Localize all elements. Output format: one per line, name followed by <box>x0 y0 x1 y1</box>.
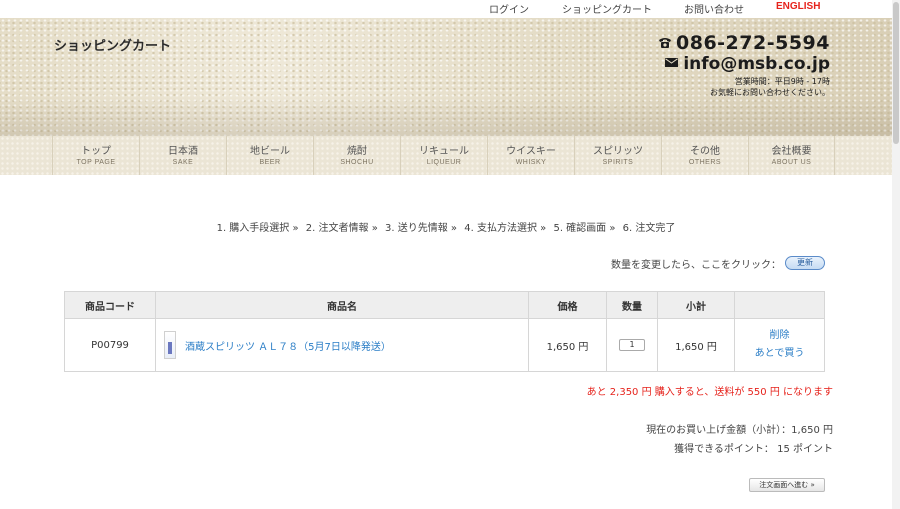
shipping-notice: あと 2,350 円 購入すると、送料が 550 円 になります <box>586 387 833 398</box>
step-1: 1. 購入手段選択 » <box>216 223 299 234</box>
scrollbar-thumb[interactable] <box>893 2 899 144</box>
step-6: 6. 注文完了 <box>622 223 676 234</box>
checkout-steps: 1. 購入手段選択 » 2. 注文者情報 » 3. 送り先情報 » 4. 支払方… <box>0 219 892 234</box>
cart-table: 商品コード 商品名 価格 数量 小計 P00799 酒蔵スピリッツ ＡＬ７８（5… <box>64 291 825 372</box>
nav-item-spirits[interactable]: スピリッツ SPIRITS <box>574 136 661 175</box>
login-link[interactable]: ログイン <box>489 1 529 16</box>
save-for-later-link[interactable]: あとで買う <box>735 345 824 363</box>
product-thumbnail[interactable] <box>164 331 176 359</box>
email-text[interactable]: info@msb.co.jp <box>683 54 830 74</box>
product-code: P00799 <box>64 318 156 372</box>
actions-cell: 削除 あとで買う <box>734 318 825 372</box>
quantity-input[interactable]: 1 <box>619 339 645 351</box>
business-hours: 営業時間：平日9時 - 17時 お気軽にお問い合わせください。 <box>710 77 830 97</box>
nav-item-top[interactable]: トップ TOP PAGE <box>52 136 139 175</box>
product-cell: 酒蔵スピリッツ ＡＬ７８（5月7日以降発送） <box>155 318 529 372</box>
nav-item-others[interactable]: その他 OTHERS <box>661 136 748 175</box>
phone-number: 086-272-5594 <box>658 32 830 54</box>
nav-item-shochu[interactable]: 焼酎 SHOCHU <box>313 136 400 175</box>
global-nav: トップ TOP PAGE 日本酒 SAKE 地ビール BEER 焼酎 SHOCHU リキ… <box>0 136 892 175</box>
step-3: 3. 送り先情報 » <box>385 223 458 234</box>
email-address: info@msb.co.jp <box>658 54 830 74</box>
header-quantity: 数量 <box>606 291 658 319</box>
update-button[interactable]: 更新 <box>785 256 825 270</box>
table-header-row: 商品コード 商品名 価格 数量 小計 <box>64 291 825 319</box>
quantity-cell: 1 <box>606 318 658 372</box>
nav-item-about[interactable]: 会社概要 ABOUT US <box>748 136 835 175</box>
subtotal-amount: 現在のお買い上げ金額（小計）：1,650 円 <box>646 425 833 436</box>
phone-icon <box>659 38 672 48</box>
contact-link[interactable]: お問い合わせ <box>684 1 744 16</box>
product-name-link[interactable]: 酒蔵スピリッツ ＡＬ７８（5月7日以降発送） <box>185 338 391 353</box>
nav-items: トップ TOP PAGE 日本酒 SAKE 地ビール BEER 焼酎 SHOCHU リキ… <box>52 136 835 175</box>
header-banner: ショッピングカート 086-272-5594 info@msb.co.jp 営業… <box>0 18 892 136</box>
earned-points: 獲得できるポイント： 15 ポイント <box>674 444 833 455</box>
header-actions <box>734 291 825 319</box>
proceed-to-order-button[interactable]: 注文画面へ進む » <box>749 478 825 492</box>
nav-item-sake[interactable]: 日本酒 SAKE <box>139 136 226 175</box>
step-4: 4. 支払方法選択 » <box>464 223 547 234</box>
nav-item-liqueur[interactable]: リキュール LIQUEUR <box>400 136 487 175</box>
table-row: P00799 酒蔵スピリッツ ＡＬ７８（5月7日以降発送） 1,650 円 1 … <box>64 318 825 372</box>
english-link[interactable]: ENGLISH <box>776 1 820 12</box>
header-name: 商品名 <box>155 291 529 319</box>
nav-item-beer[interactable]: 地ビール BEER <box>226 136 313 175</box>
product-subtotal: 1,650 円 <box>657 318 735 372</box>
contact-info: 086-272-5594 info@msb.co.jp 営業時間：平日9時 - … <box>658 32 830 98</box>
header-code: 商品コード <box>64 291 156 319</box>
shopping-cart-link[interactable]: ショッピングカート <box>562 1 652 16</box>
header-subtotal: 小計 <box>657 291 735 319</box>
step-5: 5. 確認画面 » <box>553 223 616 234</box>
step-2: 2. 注文者情報 » <box>305 223 378 234</box>
header-price: 価格 <box>528 291 607 319</box>
quantity-update-note: 数量を変更したら、ここをクリック： <box>611 260 781 271</box>
page-scrollbar[interactable] <box>892 0 900 509</box>
phone-text: 086-272-5594 <box>676 32 830 54</box>
page-title: ショッピングカート <box>54 39 172 54</box>
delete-link[interactable]: 削除 <box>735 327 824 345</box>
product-price: 1,650 円 <box>528 318 607 372</box>
nav-item-whisky[interactable]: ウイスキー WHISKY <box>487 136 574 175</box>
mail-icon <box>665 58 679 67</box>
top-utility-bar: ログイン ショッピングカート お問い合わせ ENGLISH <box>0 0 900 18</box>
